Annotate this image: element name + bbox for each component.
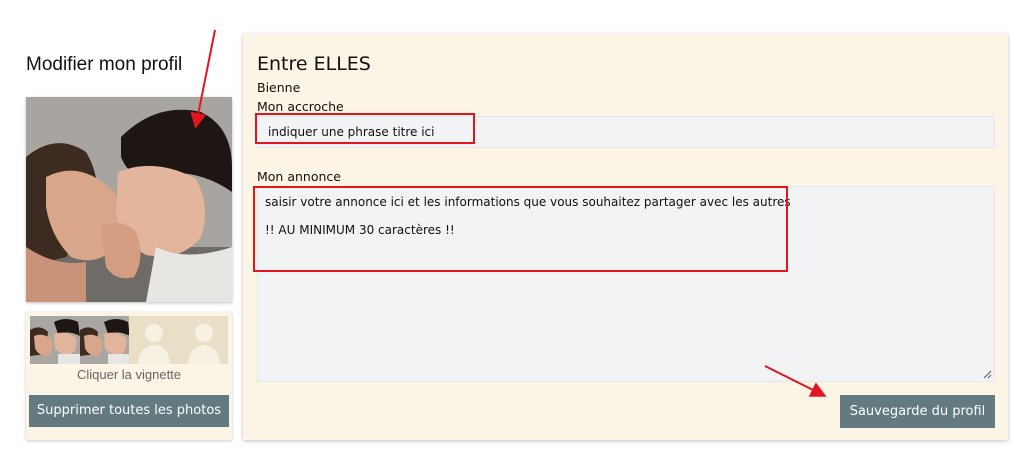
hook-label: Mon accroche [257,99,344,114]
resize-grip-icon[interactable] [983,370,992,379]
profile-name: Entre ELLES [257,53,371,75]
ad-text-line [265,209,987,223]
hook-input[interactable]: indiquer une phrase titre ici [257,116,995,148]
ad-textarea[interactable]: saisir votre annonce ici et les informat… [257,186,995,382]
profile-photo[interactable] [26,97,232,302]
profile-form-panel: Entre ELLES Bienne Mon accroche indiquer… [243,34,1008,440]
thumbnail-panel: Cliquer la vignette Supprimer toutes les… [26,312,232,440]
profile-photo-image [26,97,232,302]
thumbnail-row [30,316,228,364]
person-placeholder-icon [178,316,228,364]
page-title: Modifier mon profil [26,54,183,75]
thumbnail-1[interactable] [30,316,80,364]
person-placeholder-icon [129,316,179,364]
thumbnail-4-placeholder[interactable] [178,316,228,364]
thumbnail-photo-image [30,316,80,364]
thumbnail-photo-image [79,316,129,364]
delete-all-photos-button[interactable]: Supprimer toutes les photos [29,395,229,427]
thumbnail-3-placeholder[interactable] [129,316,179,364]
profile-city: Bienne [257,80,301,95]
ad-label: Mon annonce [257,169,341,184]
ad-text-line: saisir votre annonce ici et les informat… [265,195,791,209]
thumbnail-2[interactable] [79,316,129,364]
thumbnail-hint: Cliquer la vignette [76,367,182,382]
save-profile-button[interactable]: Sauvegarde du profil [840,395,995,428]
ad-text-line: !! AU MINIMUM 30 caractères !! [265,223,455,237]
